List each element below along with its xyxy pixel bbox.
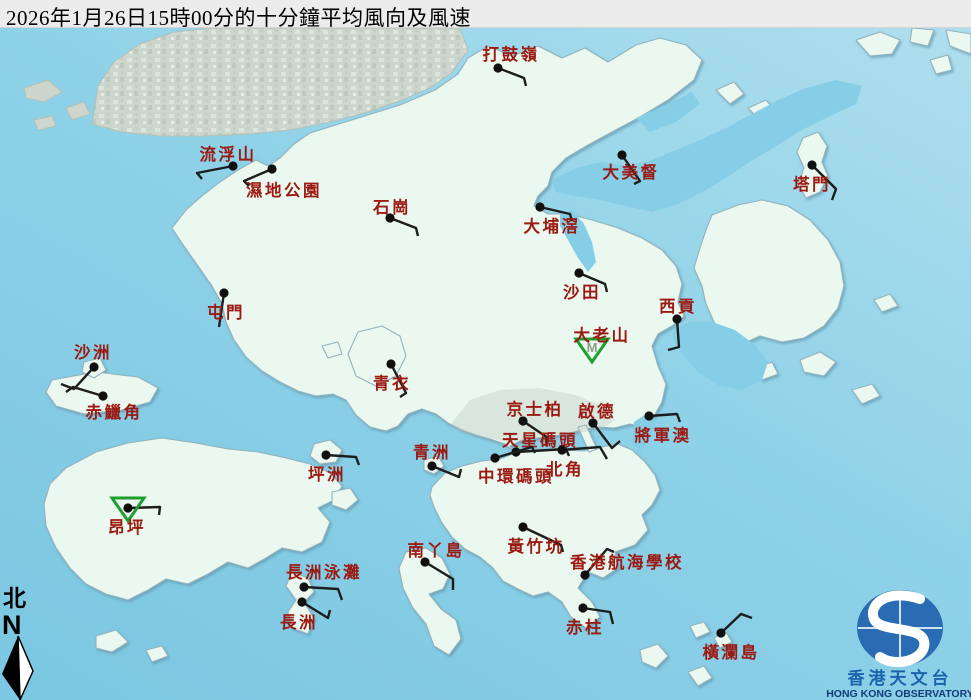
station-label: 長洲 <box>280 613 318 632</box>
station-label: 大美督 <box>603 162 660 182</box>
station-dot <box>493 63 502 72</box>
station-dot <box>490 453 499 462</box>
station-label: 京士柏 <box>507 399 564 419</box>
station-label: 坪洲 <box>308 465 346 484</box>
station-label: 沙洲 <box>74 343 112 362</box>
station-label: 屯門 <box>207 302 245 322</box>
station-label: 青洲 <box>413 442 451 462</box>
station-dot <box>219 288 228 297</box>
station-dot <box>89 362 98 371</box>
north-letter-label: N <box>2 610 22 640</box>
station-dot <box>557 445 566 454</box>
station-label: 香港航海學校 <box>570 552 684 572</box>
station-label: 赤鱲角 <box>86 402 143 422</box>
station-dot <box>297 597 306 606</box>
station-label: 黃竹坑 <box>507 536 565 556</box>
station-dot <box>427 461 436 470</box>
station-label: 大埔滘 <box>524 216 581 236</box>
station-label: 赤柱 <box>566 617 604 637</box>
station-dot <box>574 268 583 277</box>
station-dot <box>644 411 653 420</box>
hko-logo-chinese: 香港天文台 <box>848 668 953 688</box>
station-dot <box>716 628 725 637</box>
station-dot <box>578 603 587 612</box>
station-dot <box>535 202 544 211</box>
station-dot <box>267 164 276 173</box>
station-label: 橫瀾島 <box>703 642 760 662</box>
station-label: 啟德 <box>578 401 616 421</box>
station-dot <box>386 359 395 368</box>
station-label: 長洲泳灘 <box>286 562 362 582</box>
station-dot <box>299 582 308 591</box>
station-label: 南丫島 <box>408 540 465 560</box>
station-dot <box>518 522 527 531</box>
station-dot <box>321 450 330 459</box>
station-dot <box>98 391 107 400</box>
station-label: 北角 <box>546 459 584 479</box>
station-label: 西貢 <box>659 297 697 316</box>
station-label: 濕地公園 <box>246 180 322 200</box>
station-label: 沙田 <box>563 283 601 302</box>
map-title: 2026年1月26日15時00分的十分鐘平均風向及風速 <box>6 2 471 32</box>
station-dot <box>617 150 626 159</box>
station-label: 中環碼頭 <box>478 466 554 486</box>
station-label: 昂坪 <box>108 518 146 537</box>
station-label: 青衣 <box>373 373 411 393</box>
station-label: 將軍澳 <box>635 425 692 445</box>
title-bar: 2026年1月26日15時00分的十分鐘平均風向及風速 <box>0 0 971 28</box>
station-dot <box>123 503 132 512</box>
hong-kong-wind-map: 打鼓嶺流浮山濕地公園石崗大美督塔門大埔滘沙田西貢M大老山屯門沙洲赤鱲角青衣京士柏… <box>0 0 971 700</box>
station-label: 塔門 <box>793 174 831 194</box>
station-label: 天星碼頭 <box>502 431 578 450</box>
wind-map-screen: 打鼓嶺流浮山濕地公園石崗大美督塔門大埔滘沙田西貢M大老山屯門沙洲赤鱲角青衣京士柏… <box>0 0 971 700</box>
station-label: 石崗 <box>372 198 411 217</box>
station-dot <box>807 160 816 169</box>
station-label: 流浮山 <box>200 144 257 164</box>
station-label: 大老山 <box>574 325 631 345</box>
hko-logo-english: HONG KONG OBSERVATORY <box>826 688 971 700</box>
station-label: 打鼓嶺 <box>483 44 540 64</box>
north-hanzi-label: 北 <box>3 586 26 611</box>
